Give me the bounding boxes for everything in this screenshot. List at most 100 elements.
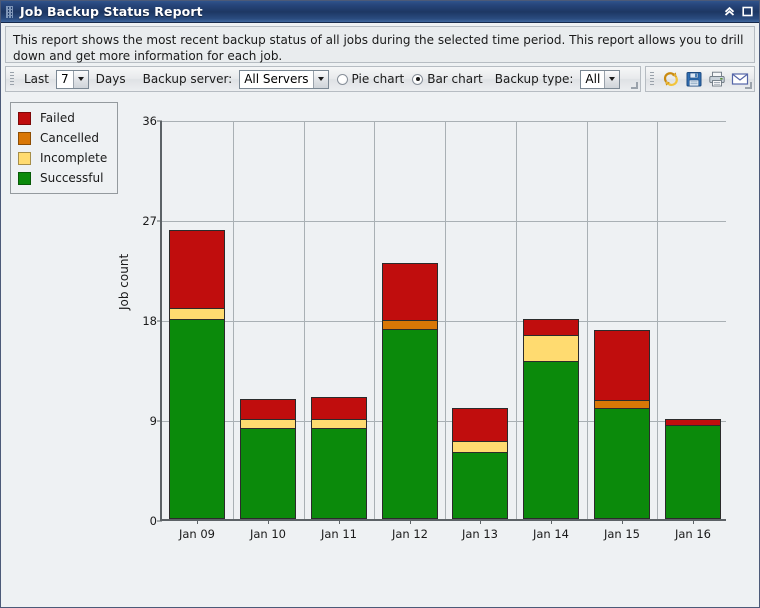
gridline-vertical	[374, 121, 375, 519]
radio-bar-chart-label: Bar chart	[427, 72, 483, 86]
x-axis-tick-label: Jan 13	[461, 527, 499, 541]
gridline-vertical	[445, 121, 446, 519]
x-axis-tick-label: Jan 15	[603, 527, 641, 541]
x-axis-tick	[693, 519, 694, 524]
bar-segment-failed[interactable]	[523, 319, 579, 335]
legend-swatch	[18, 131, 31, 145]
refresh-icon	[663, 72, 678, 86]
bar-segment-cancelled[interactable]	[594, 400, 650, 408]
bar-stack[interactable]	[665, 419, 721, 519]
backup-server-select[interactable]: All Servers	[239, 69, 329, 89]
bar-segment-incomplete[interactable]	[452, 441, 508, 453]
bar-segment-incomplete[interactable]	[169, 307, 225, 319]
bar-segment-successful[interactable]	[240, 427, 296, 519]
bar-segment-successful[interactable]	[594, 407, 650, 519]
maximize-button[interactable]	[740, 4, 755, 19]
bar-segment-successful[interactable]	[523, 361, 579, 519]
toolbar-grip-icon[interactable]	[10, 71, 14, 87]
bar-segment-failed[interactable]	[240, 399, 296, 420]
bar-segment-successful[interactable]	[382, 329, 438, 519]
toolbar-overflow-icon[interactable]	[631, 82, 638, 89]
save-button[interactable]	[682, 69, 705, 90]
bar-segment-failed[interactable]	[452, 407, 508, 442]
bar-segment-successful[interactable]	[311, 427, 367, 519]
bar-segment-failed[interactable]	[382, 263, 438, 321]
bar-segment-incomplete[interactable]	[240, 419, 296, 428]
bar-segment-successful[interactable]	[665, 424, 721, 519]
print-icon	[708, 71, 725, 87]
gridline-horizontal	[162, 121, 726, 122]
print-button[interactable]	[705, 69, 728, 90]
bar-segment-failed[interactable]	[169, 230, 225, 308]
x-axis-tick-label: Jan 09	[178, 527, 216, 541]
x-axis-tick-label: Jan 16	[674, 527, 712, 541]
chevron-down-icon[interactable]	[604, 70, 620, 88]
x-axis-tick-label: Jan 11	[320, 527, 358, 541]
bar-stack[interactable]	[523, 319, 579, 519]
toolbar-actions-overflow-icon[interactable]	[745, 82, 752, 89]
bar-segment-failed[interactable]	[594, 330, 650, 401]
days-select[interactable]: 7	[56, 69, 89, 89]
y-axis-label: Job count	[117, 253, 131, 310]
chart-panel: Failed Cancelled Incomplete Successful Job …	[5, 100, 757, 605]
bar-stack[interactable]	[452, 407, 508, 519]
x-axis-tick	[551, 519, 552, 524]
bar-stack[interactable]	[311, 396, 367, 519]
legend-item: Failed	[18, 108, 107, 128]
report-toolbar: Last 7 Days Backup server: All Servers P…	[5, 66, 755, 92]
days-label: Days	[95, 72, 126, 86]
chevron-down-icon[interactable]	[72, 70, 88, 88]
legend-swatch	[18, 111, 31, 125]
legend-item: Cancelled	[18, 128, 107, 148]
x-axis-tick	[410, 519, 411, 524]
x-axis-tick-label: Jan 10	[249, 527, 287, 541]
square-icon	[742, 6, 753, 17]
double-chevron-up-icon	[724, 6, 735, 16]
legend-label: Successful	[40, 171, 104, 185]
y-axis-tick-label: 9	[149, 414, 157, 428]
gridline-vertical	[587, 121, 588, 519]
x-axis-tick	[197, 519, 198, 524]
report-window: Job Backup Status Report This report sho…	[0, 0, 760, 608]
radio-pie-chart-label: Pie chart	[351, 72, 405, 86]
toolbar-actions-grip-icon[interactable]	[650, 71, 654, 87]
y-axis-tick	[157, 420, 162, 422]
save-icon	[686, 72, 701, 87]
backup-type-select[interactable]: All	[580, 69, 621, 89]
bar-stack[interactable]	[169, 230, 225, 519]
y-axis-tick-label: 18	[142, 314, 157, 328]
radio-bar-chart[interactable]: Bar chart	[412, 72, 483, 86]
window-titlebar: Job Backup Status Report	[1, 1, 759, 23]
bar-stack[interactable]	[240, 399, 296, 519]
days-select-value: 7	[61, 72, 69, 86]
bar-stack[interactable]	[594, 330, 650, 519]
gridline-horizontal	[162, 221, 726, 222]
y-axis-tick	[157, 520, 162, 522]
legend-item: Incomplete	[18, 148, 107, 168]
bar-segment-successful[interactable]	[452, 452, 508, 519]
bar-segment-cancelled[interactable]	[382, 320, 438, 329]
legend-label: Incomplete	[40, 151, 108, 165]
x-axis-tick	[268, 519, 269, 524]
radio-pie-chart[interactable]: Pie chart	[336, 72, 405, 86]
chevron-down-icon[interactable]	[312, 70, 328, 88]
plot-area: 0 9 18 27 36 Jan 09 Jan 10 Jan 11 Jan 12 Jan 13 Ja…	[142, 114, 726, 541]
legend-label: Failed	[40, 111, 75, 125]
report-description: This report shows the most recent backup…	[5, 26, 755, 63]
bar-segment-successful[interactable]	[169, 319, 225, 519]
backup-server-label: Backup server:	[142, 72, 233, 86]
refresh-button[interactable]	[659, 69, 682, 90]
radio-bar-chart-indicator	[412, 73, 424, 85]
gridline-horizontal	[162, 321, 726, 322]
gridline-vertical	[516, 121, 517, 519]
bar-stack[interactable]	[382, 263, 438, 519]
x-axis-tick	[339, 519, 340, 524]
y-axis-tick-label: 27	[142, 214, 157, 228]
gridline-vertical	[304, 121, 305, 519]
bar-segment-failed[interactable]	[311, 396, 367, 420]
radio-pie-chart-indicator	[336, 73, 348, 85]
collapse-button[interactable]	[722, 4, 737, 19]
gridline-vertical	[657, 121, 658, 519]
bar-segment-incomplete[interactable]	[311, 419, 367, 428]
bar-segment-incomplete[interactable]	[523, 334, 579, 362]
